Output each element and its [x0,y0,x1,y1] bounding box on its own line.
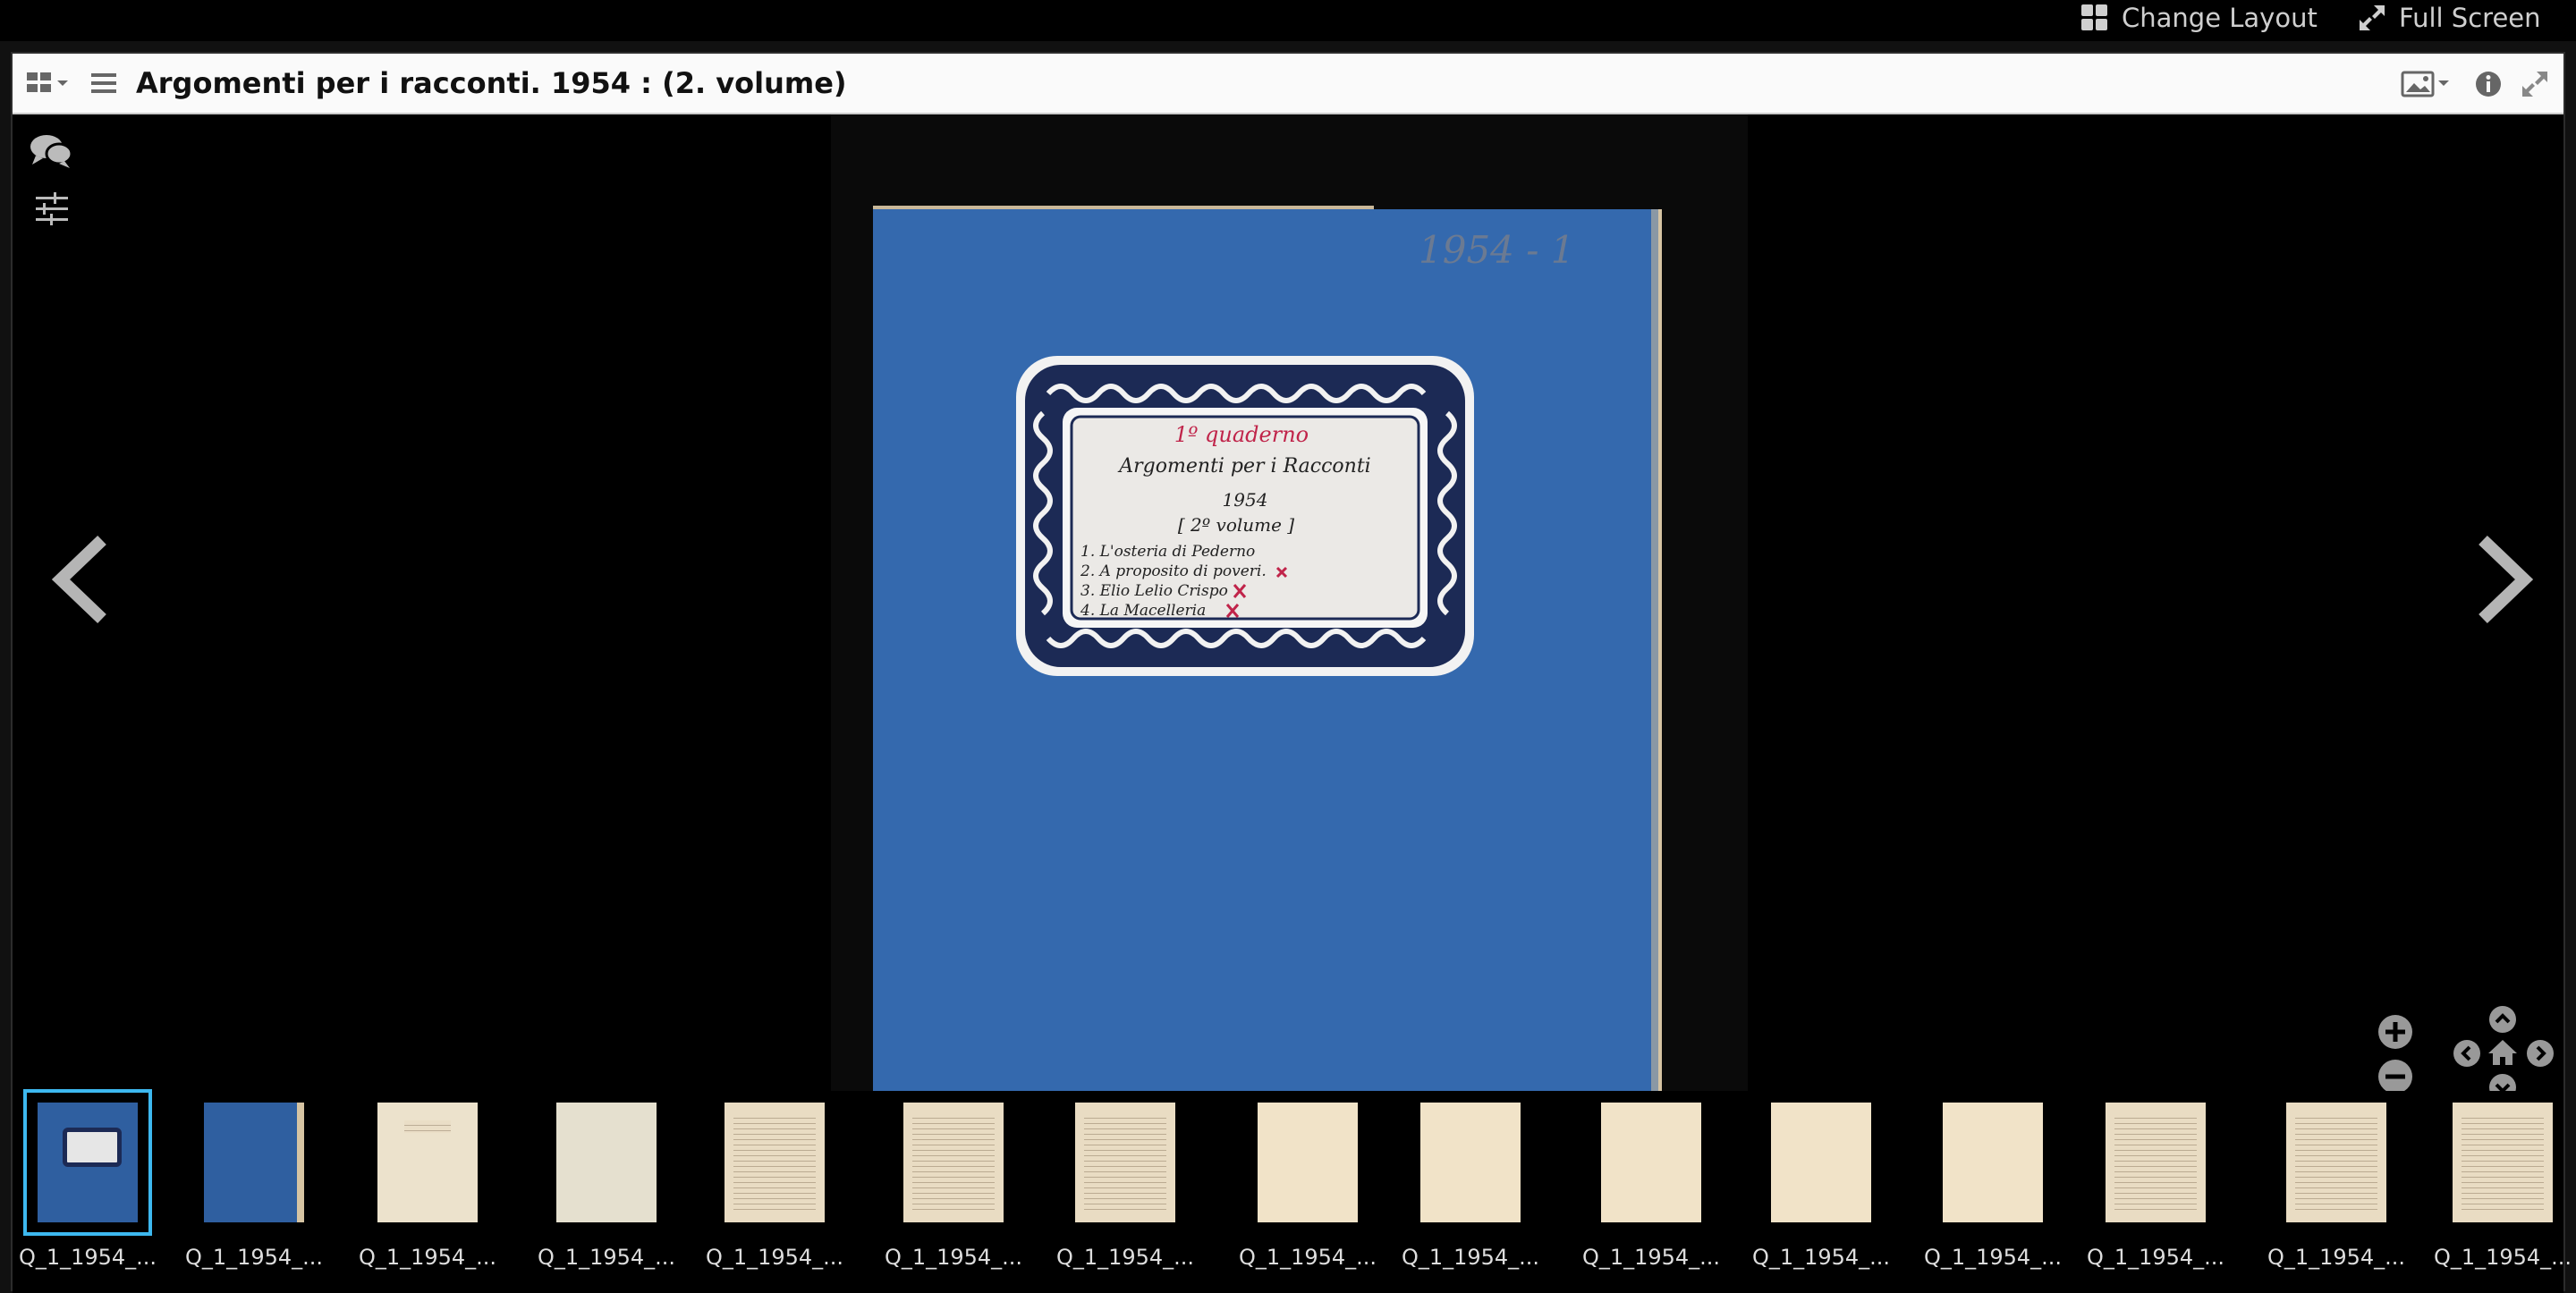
chevron-left-icon [51,535,106,624]
thumbnail-image [2274,1091,2399,1234]
image-options-button[interactable] [2401,70,2453,102]
sliders-icon [36,192,68,225]
plus-circle-icon [2378,1015,2412,1049]
full-screen-label: Full Screen [2399,3,2541,33]
thumbnail-label: Q_1_1954_... [1923,1245,2063,1270]
window-header: Argomenti per i racconti. 1954 : (2. vol… [13,54,2563,114]
next-page-button[interactable] [2467,535,2538,628]
info-icon [2476,72,2501,97]
thumbnail-image [1589,1091,1714,1234]
thumbnail-item[interactable]: Q_1_1954_... [885,1091,1022,1279]
thumbnail-image [891,1091,1016,1234]
pan-left-button[interactable] [2453,1039,2481,1071]
thumbnail-image [23,1089,152,1236]
thumbnail-label: Q_1_1954_... [1238,1245,1377,1270]
thumbnail-label: Q_1_1954_... [2267,1245,2406,1270]
maximize-button[interactable] [2521,70,2549,102]
thumbnail-item[interactable]: Q_1_1954_... [185,1091,323,1279]
thumbnail-label: Q_1_1954_... [18,1245,157,1270]
change-layout-label: Change Layout [2122,3,2318,33]
label-line-6: 2. A proposito di poveri. [1080,562,1267,580]
pan-up-button[interactable] [2488,1005,2517,1037]
thumbnail-label: Q_1_1954_... [1581,1245,1721,1270]
chevron-right-icon [2479,535,2534,624]
view-mode-button[interactable] [25,70,79,100]
home-button[interactable] [2487,1037,2519,1071]
thumbnail-image [191,1091,317,1234]
thumbnail-strip[interactable]: Q_1_1954_... Q_1_1954_... Q_1_1954_... Q_1_… [13,1089,2572,1293]
image-viewer[interactable]: 1954 - 1 1º quaderno Argomenti per i Rac… [13,114,2563,1143]
pan-right-button[interactable] [2526,1039,2555,1071]
thumbnail-image [712,1091,837,1234]
thumbnail-item[interactable]: Q_1_1954_... [706,1091,843,1279]
chevron-right-circle-icon [2527,1040,2554,1067]
label-line-3: 1954 [1223,489,1268,511]
previous-page-button[interactable] [47,535,118,628]
top-bar: Change Layout Full Screen [0,0,2576,41]
zoom-in-button[interactable] [2377,1014,2413,1053]
expand-icon [2360,5,2385,30]
thumbnail-item[interactable]: Q_1_1954_... [1582,1091,1720,1279]
gallery-icon [27,72,68,92]
thumbnail-image [2440,1091,2565,1234]
thumbnail-image [2093,1091,2218,1234]
thumbnail-item[interactable]: Q_1_1954_... [2087,1091,2224,1279]
thumbnail-label: Q_1_1954_... [2086,1245,2225,1270]
thumbnail-item[interactable]: Q_1_1954_... [2434,1091,2572,1279]
thumbnail-item[interactable]: Q_1_1954_... [359,1091,496,1279]
label-line-7: 3. Elio Lelio Crispo [1080,582,1228,600]
thumbnail-image [365,1091,490,1234]
menu-icon [91,73,116,93]
menu-button[interactable] [89,70,118,100]
thumbnail-label: Q_1_1954_... [884,1245,1023,1270]
thumbnail-item[interactable]: Q_1_1954_... [1924,1091,2062,1279]
annotations-button[interactable] [29,132,73,175]
change-layout-button[interactable]: Change Layout [2080,0,2318,36]
label-line-2: Argomenti per i Racconti [1117,455,1370,477]
thumbnail-label: Q_1_1954_... [537,1245,676,1270]
minus-circle-icon [2378,1060,2412,1094]
document-page-image: 1954 - 1 1º quaderno Argomenti per i Rac… [873,206,1662,1111]
thumbnail-item[interactable]: Q_1_1954_... [1402,1091,1539,1279]
thumbnail-label: Q_1_1954_... [358,1245,497,1270]
thumbnail-item[interactable]: Q_1_1954_... [2267,1091,2405,1279]
viewer-window: Argomenti per i racconti. 1954 : (2. vol… [11,52,2572,1293]
corner-note: 1954 - 1 [1419,228,1575,272]
thumbnail-item[interactable]: Q_1_1954_... [1752,1091,1890,1279]
comments-icon [30,135,73,168]
thumbnail-image [1930,1091,2055,1234]
info-button[interactable] [2474,70,2503,102]
thumbnail-label: Q_1_1954_... [1401,1245,1540,1270]
thumbnail-item[interactable]: Q_1_1954_... [1239,1091,1377,1279]
thumbnail-label: Q_1_1954_... [2433,1245,2572,1270]
thumbnail-image [544,1091,669,1234]
thumbnail-item[interactable]: Q_1_1954_... [538,1091,675,1279]
grid-icon [2081,4,2107,30]
chevron-up-circle-icon [2489,1006,2516,1033]
chevron-left-circle-icon [2453,1040,2480,1067]
thumbnail-image [1245,1091,1370,1234]
window-title: Argomenti per i racconti. 1954 : (2. vol… [136,66,847,100]
thumbnail-image [1063,1091,1188,1234]
thumbnail-label: Q_1_1954_... [184,1245,324,1270]
thumbnail-image [1408,1091,1533,1234]
expand-icon [2522,72,2547,97]
label-line-1: 1º quaderno [1174,422,1309,447]
image-icon [2401,71,2449,97]
label-line-5: 1. L'osteria di Pederno [1080,543,1255,561]
label-line-8: 4. La Macelleria [1080,602,1206,620]
thumbnail-item[interactable]: Q_1_1954_... [19,1089,157,1279]
thumbnail-item[interactable]: Q_1_1954_... [1056,1091,1194,1279]
thumbnail-label: Q_1_1954_... [1055,1245,1195,1270]
thumbnail-image [1758,1091,1884,1234]
label-line-4: [ 2º volume ] [1178,514,1294,536]
thumbnail-label: Q_1_1954_... [705,1245,844,1270]
image-adjust-button[interactable] [34,191,70,231]
full-screen-button[interactable]: Full Screen [2358,0,2541,36]
thumbnail-label: Q_1_1954_... [1751,1245,1891,1270]
home-icon [2488,1040,2517,1065]
